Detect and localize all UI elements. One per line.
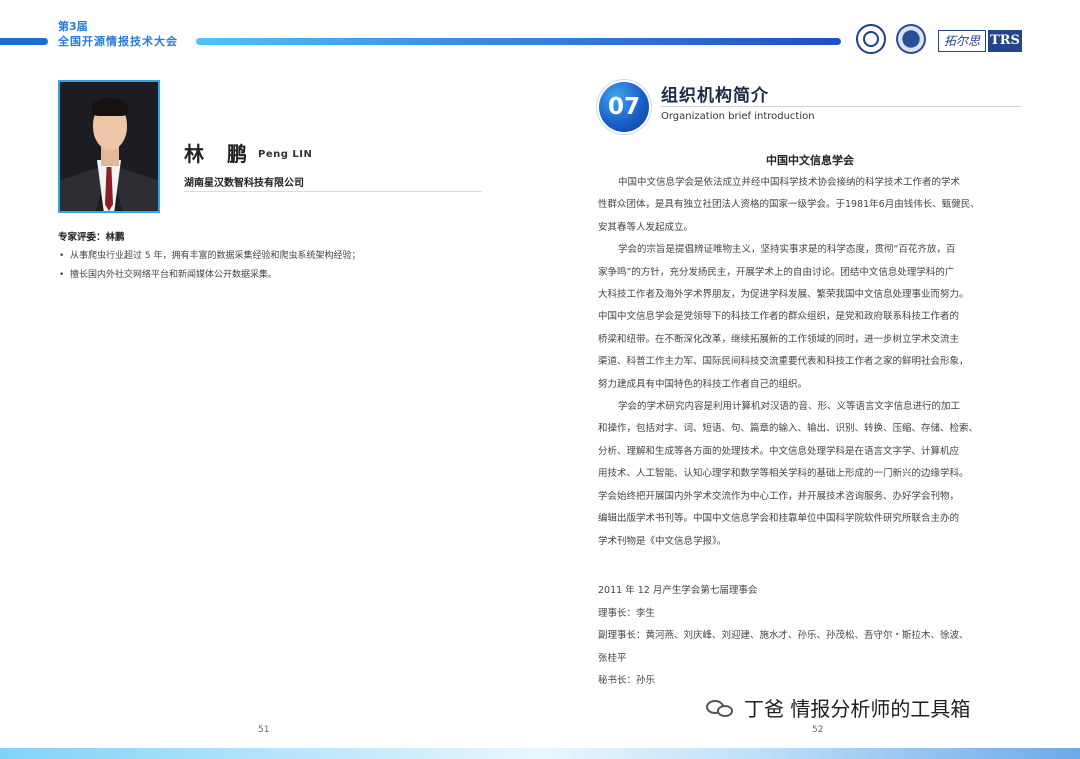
- tuoersi-trs-logo: 拓尔思 TRS: [938, 30, 1022, 52]
- paragraph-line: 家争鸣”的方针，充分发扬民主，开展学术上的自由讨论。团结中文信息处理学科的广: [598, 266, 955, 278]
- list-item: 擅长国内外社交网络平台和新闻媒体公开数据采集。: [58, 266, 438, 285]
- section-title: 组织机构简介: [661, 86, 769, 106]
- council-info: 2011 年 12 月产生学会第七届理事会 理事长：李生 副理事长：黄河燕、刘庆…: [598, 580, 1022, 693]
- expert-bullet-list: 从事爬虫行业超过 5 年，拥有丰富的数据采集经验和爬虫系统架构经验； 擅长国内外…: [58, 247, 438, 285]
- paragraph-line: 中国中文信息学会是依法成立并经中国科学技术协会接纳的科学技术工作者的学术: [618, 177, 961, 188]
- council-line: 2011 年 12 月产生学会第七届理事会: [598, 585, 758, 596]
- wechat-icon: [706, 698, 736, 720]
- paragraph-line: 和操作，包括对字、词、短语、句、篇章的输入、输出、识别、转换、压缩、存储、检索、: [598, 423, 979, 435]
- paragraph-line: 性群众团体，是具有独立社团法人资格的国家一级学会。于1981年6月由钱伟长、甄健…: [598, 199, 980, 211]
- paragraph-line: 用技术、人工智能、认知心理学和数学等相关学科的基础上形成的一门新兴的边缘学科。: [598, 468, 969, 480]
- expert-name-en: Peng LIN: [258, 149, 313, 160]
- society-emblem-logo: [896, 24, 926, 54]
- watermark: 丁爸 情报分析师的工具箱: [706, 693, 970, 722]
- page-number-left: 51: [258, 725, 270, 735]
- paragraph-line: 大科技工作者及海外学术界朋友，为促进学科发展、繁荣我国中文信息处理事业而努力。: [598, 289, 969, 301]
- paragraph-line: 分析、理解和生成等各方面的处理技术。中文信息处理学科是在语言文字学、计算机应: [598, 445, 960, 457]
- paragraph-line: 安其春等人发起成立。: [598, 221, 694, 233]
- paragraph-line: 学会的宗旨是提倡辨证唯物主义，坚持实事求是的科学态度，贯彻“百花齐放，百: [618, 244, 956, 256]
- council-line: 副理事长：黄河燕、刘庆峰、刘迎建、施水才、孙乐、孙茂松、吾守尔・斯拉木、徐波、: [598, 630, 969, 642]
- conference-seal-logo: [856, 24, 886, 54]
- section-subtitle: Organization brief introduction: [661, 111, 815, 122]
- paragraph-line: 学术刊物是《中文信息学报》。: [598, 535, 727, 547]
- watermark-text: 丁爸 情报分析师的工具箱: [744, 697, 971, 721]
- paragraph-line: 努力建成具有中国特色的科技工作者自己的组织。: [598, 378, 808, 390]
- conference-header: 第3届 全国开源情报技术大会: [58, 20, 178, 49]
- paragraph-line: 学会的学术研究内容是利用计算机对汉语的音、形、义等语言文字信息进行的加工: [618, 401, 961, 413]
- council-line: 秘书长：孙乐: [598, 675, 656, 687]
- conference-name: 全国开源情报技术大会: [58, 35, 178, 48]
- header-accent-bar: [0, 38, 48, 45]
- paragraph-line: 渠道、科普工作主力军、国际民间科技交流重要代表和科技工作者之家的鲜明社会形象，: [598, 356, 969, 368]
- expert-judge-title: 专家评委：林鹏: [58, 232, 125, 243]
- paragraph-line: 桥梁和纽带。在不断深化改革，继续拓展新的工作领域的同时，进一步树立学术交流主: [598, 333, 960, 345]
- list-item: 从事爬虫行业超过 5 年，拥有丰富的数据采集经验和爬虫系统架构经验；: [58, 247, 438, 266]
- footer-gradient-bar: [0, 748, 1080, 759]
- expert-portrait-photo: [58, 80, 160, 213]
- paragraph-line: 中国中文信息学会是党领导下的科技工作者的群众组织，是党和政府联系科技工作者的: [598, 311, 960, 323]
- council-line: 张桂平: [598, 652, 627, 664]
- paragraph-line: 编辑出版学术书刊等。中国中文信息学会和挂靠单位中国科学院软件研究所联合主办的: [598, 513, 960, 525]
- page-number-right: 52: [812, 725, 824, 735]
- expert-company: 湖南星汉数智科技有限公司: [184, 178, 304, 189]
- organization-description: 中国中文信息学会是依法成立并经中国科学技术协会接纳的科学技术工作者的学术 性群众…: [598, 172, 1022, 553]
- header-gradient-bar: [196, 38, 841, 45]
- divider: [184, 191, 482, 192]
- paragraph-line: 学会始终把开展国内外学术交流作为中心工作，并开展技术咨询服务、办好学会刊物，: [598, 490, 960, 502]
- organization-name: 中国中文信息学会: [766, 154, 854, 167]
- expert-name-cn: 林 鹏: [184, 142, 255, 166]
- council-line: 理事长：李生: [598, 607, 656, 619]
- conference-edition: 第3届: [58, 20, 88, 33]
- section-number-badge: 07: [599, 82, 649, 132]
- divider: [661, 106, 1021, 107]
